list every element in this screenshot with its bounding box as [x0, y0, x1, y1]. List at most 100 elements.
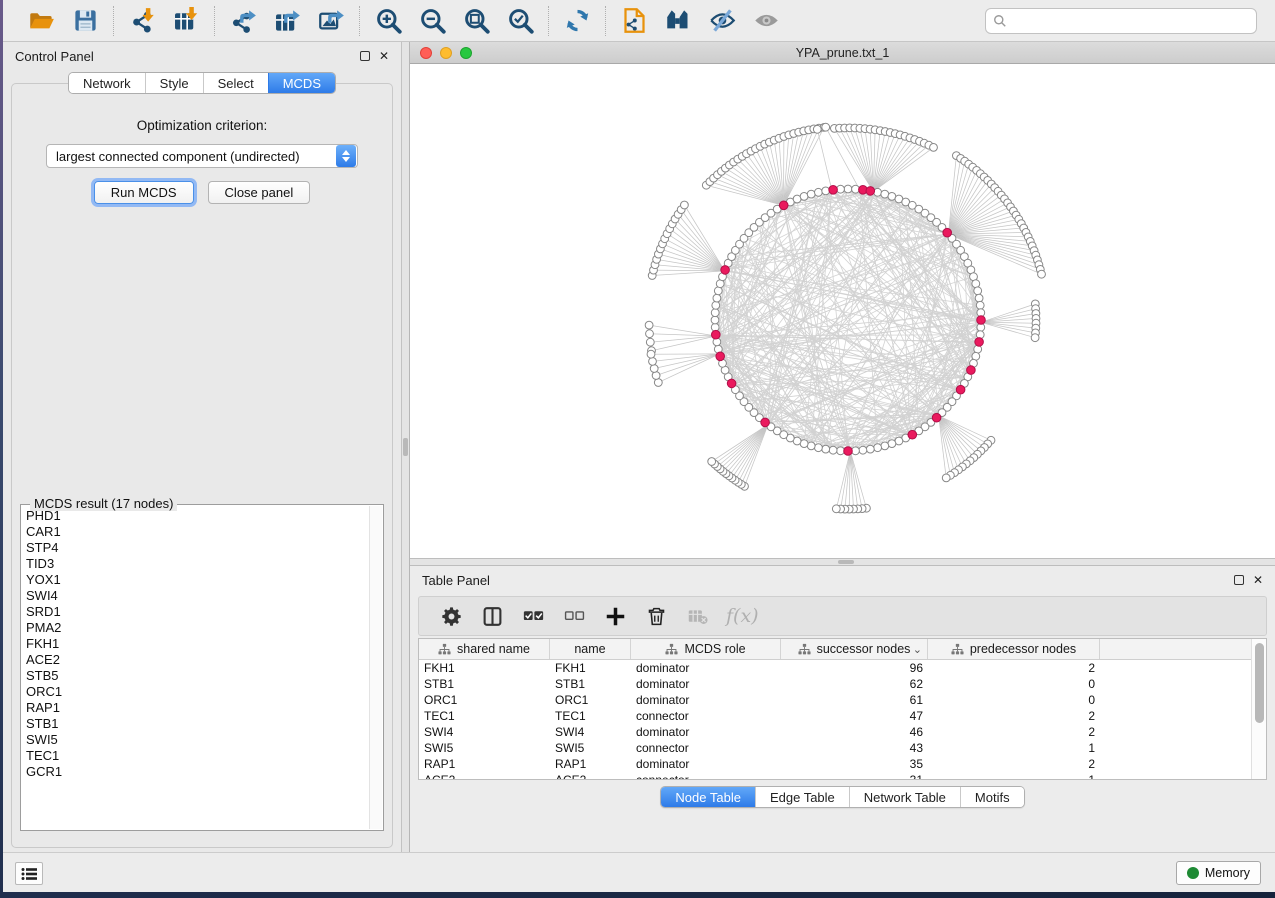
tab-mcds[interactable]: MCDS: [268, 73, 335, 93]
column-header-successor-nodes[interactable]: successor nodes⌄: [781, 639, 928, 659]
table-row[interactable]: ACE2ACE2connector311: [419, 772, 1251, 780]
result-node[interactable]: TID3: [26, 556, 369, 572]
run-mcds-button[interactable]: Run MCDS: [94, 181, 194, 204]
float-panel-icon[interactable]: [360, 51, 370, 61]
table-cell: 2: [928, 757, 1100, 771]
result-node[interactable]: GCR1: [26, 764, 369, 780]
result-node[interactable]: PMA2: [26, 620, 369, 636]
result-node[interactable]: CAR1: [26, 524, 369, 540]
hide-selected-icon[interactable]: [707, 6, 737, 36]
result-list-scrollbar[interactable]: [369, 506, 382, 829]
table-scrollbar[interactable]: [1251, 639, 1266, 779]
zoom-selected-icon[interactable]: [505, 6, 535, 36]
control-panel-tabs: NetworkStyleSelectMCDS: [3, 72, 401, 94]
result-node[interactable]: SRD1: [26, 604, 369, 620]
vertical-split-divider[interactable]: [401, 42, 410, 852]
window-minimize-icon[interactable]: [440, 47, 452, 59]
result-node[interactable]: ACE2: [26, 652, 369, 668]
result-node[interactable]: ORC1: [26, 684, 369, 700]
zoom-in-icon[interactable]: [373, 6, 403, 36]
table-cell: 61: [781, 693, 928, 707]
result-node[interactable]: SWI4: [26, 588, 369, 604]
horizontal-split-divider[interactable]: [410, 558, 1275, 566]
table-row[interactable]: ORC1ORC1dominator610: [419, 692, 1251, 708]
table-row[interactable]: RAP1RAP1dominator352: [419, 756, 1251, 772]
column-label: name: [574, 642, 605, 656]
export-table-icon[interactable]: [272, 6, 302, 36]
result-node[interactable]: STB1: [26, 716, 369, 732]
result-node[interactable]: RAP1: [26, 700, 369, 716]
sort-chevron-icon[interactable]: ⌄: [913, 643, 922, 656]
select-stepper-icon: [336, 145, 356, 167]
result-node[interactable]: TEC1: [26, 748, 369, 764]
scrollbar-thumb[interactable]: [1255, 643, 1264, 723]
table-row[interactable]: SWI4SWI4dominator462: [419, 724, 1251, 740]
table-cell: connector: [631, 709, 781, 723]
table-cell: 0: [928, 693, 1100, 707]
close-panel-button[interactable]: Close panel: [208, 181, 311, 204]
result-node[interactable]: FKH1: [26, 636, 369, 652]
column-view-icon[interactable]: [480, 604, 504, 628]
refresh-icon[interactable]: [562, 6, 592, 36]
table-cell: ORC1: [419, 693, 550, 707]
zoom-out-icon[interactable]: [417, 6, 447, 36]
column-header-predecessor-nodes[interactable]: predecessor nodes: [928, 639, 1100, 659]
optimization-criterion-select[interactable]: largest connected component (undirected): [46, 144, 358, 168]
search-box[interactable]: [985, 8, 1257, 34]
import-network-icon[interactable]: [127, 6, 157, 36]
tab-select[interactable]: Select: [203, 73, 268, 93]
close-panel-icon[interactable]: ✕: [379, 50, 389, 62]
export-network-icon[interactable]: [228, 6, 258, 36]
network-canvas[interactable]: [410, 64, 1275, 558]
float-panel-icon[interactable]: [1234, 575, 1244, 585]
tab-network[interactable]: Network: [69, 73, 145, 93]
first-neighbors-icon[interactable]: [663, 6, 693, 36]
tab-node-table[interactable]: Node Table: [661, 787, 755, 807]
delete-column-icon[interactable]: [644, 604, 668, 628]
mcds-result-list[interactable]: PHD1CAR1STP4TID3YOX1SWI4SRD1PMA2FKH1ACE2…: [22, 506, 369, 829]
window-zoom-icon[interactable]: [460, 47, 472, 59]
network-graph[interactable]: [410, 64, 1275, 558]
result-node[interactable]: STP4: [26, 540, 369, 556]
close-panel-icon[interactable]: ✕: [1253, 574, 1263, 586]
deselect-all-icon[interactable]: [562, 604, 586, 628]
table-row[interactable]: SWI5SWI5connector431: [419, 740, 1251, 756]
export-image-icon[interactable]: [316, 6, 346, 36]
zoom-fit-icon[interactable]: [461, 6, 491, 36]
open-file-icon[interactable]: [26, 6, 56, 36]
divider-handle[interactable]: [403, 438, 408, 456]
select-all-icon[interactable]: [521, 604, 545, 628]
control-panel-title: Control Panel: [15, 49, 94, 64]
result-node[interactable]: STB5: [26, 668, 369, 684]
tab-style[interactable]: Style: [145, 73, 203, 93]
import-table-icon[interactable]: [171, 6, 201, 36]
show-all-icon[interactable]: [751, 6, 781, 36]
result-node[interactable]: YOX1: [26, 572, 369, 588]
memory-button[interactable]: Memory: [1176, 861, 1261, 885]
settings-gear-icon[interactable]: [439, 604, 463, 628]
table-row[interactable]: TEC1TEC1connector472: [419, 708, 1251, 724]
table-cell: FKH1: [419, 661, 550, 675]
table-row[interactable]: FKH1FKH1dominator962: [419, 660, 1251, 676]
divider-handle[interactable]: [838, 560, 854, 564]
window-close-icon[interactable]: [420, 47, 432, 59]
tab-edge-table[interactable]: Edge Table: [755, 787, 849, 807]
result-node[interactable]: SWI5: [26, 732, 369, 748]
search-input[interactable]: [1007, 10, 1256, 32]
add-column-icon[interactable]: [603, 604, 627, 628]
save-session-icon[interactable]: [70, 6, 100, 36]
panel-list-button[interactable]: [15, 862, 43, 885]
tab-network-table[interactable]: Network Table: [849, 787, 960, 807]
table-row[interactable]: STB1STB1dominator620: [419, 676, 1251, 692]
table-cell: 96: [781, 661, 928, 675]
search-icon: [993, 14, 1007, 28]
column-label: successor nodes: [817, 642, 911, 656]
network-view-window: YPA_prune.txt_1: [410, 42, 1275, 558]
mcds-tab-content: Optimization criterion: largest connecte…: [11, 83, 393, 848]
column-header-shared-name[interactable]: shared name: [419, 639, 550, 659]
column-header-name[interactable]: name: [550, 639, 631, 659]
table-cell: 2: [928, 709, 1100, 723]
column-header-MCDS-role[interactable]: MCDS role: [631, 639, 781, 659]
tab-motifs[interactable]: Motifs: [960, 787, 1024, 807]
clone-network-icon[interactable]: [619, 6, 649, 36]
